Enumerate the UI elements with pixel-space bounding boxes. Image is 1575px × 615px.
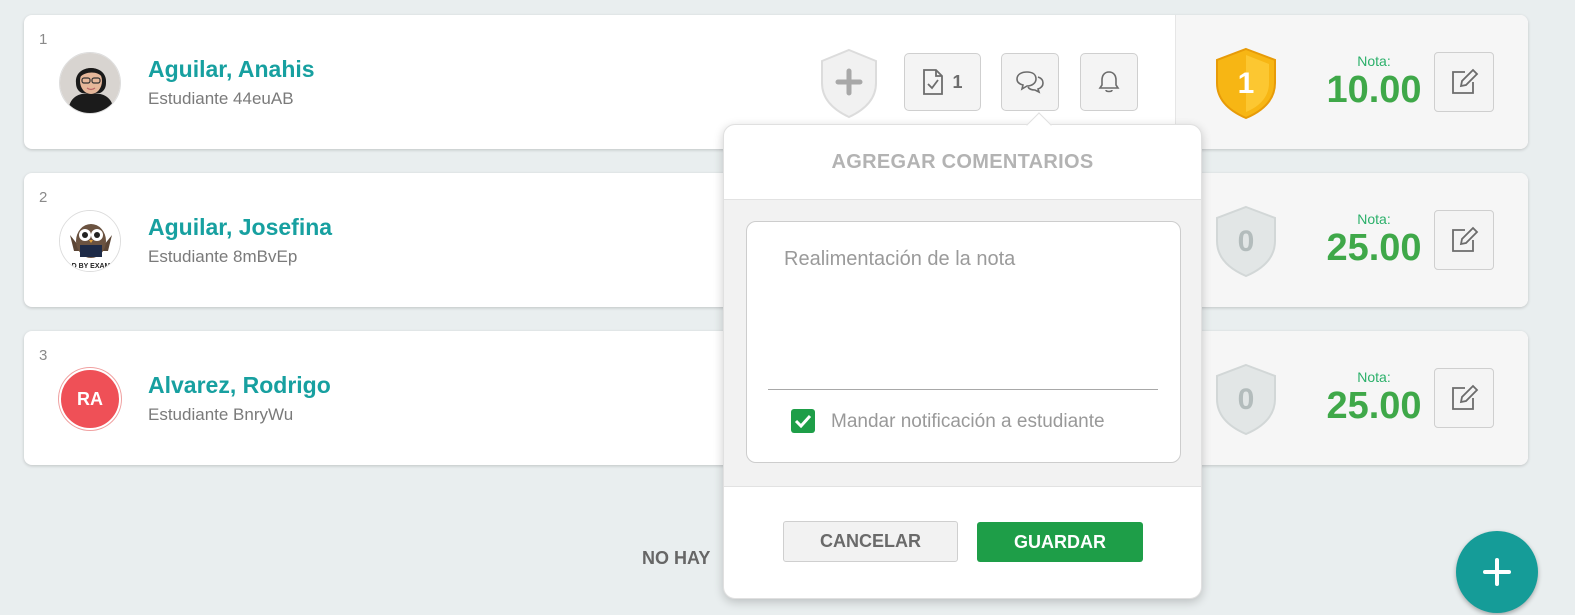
row-number: 2 xyxy=(39,189,48,206)
tasks-button[interactable]: 1 xyxy=(904,53,981,111)
document-check-icon xyxy=(923,69,944,95)
gold-shield-icon: 1 xyxy=(1216,47,1276,120)
bell-icon xyxy=(1098,71,1120,93)
student-name[interactable]: Aguilar, Anahis xyxy=(148,56,315,83)
notify-button[interactable] xyxy=(1080,53,1138,111)
cancel-button[interactable]: CANCELAR xyxy=(783,521,958,562)
chat-bubbles-icon xyxy=(1016,71,1044,94)
feedback-textarea[interactable] xyxy=(768,240,1158,390)
edit-icon xyxy=(1452,384,1479,410)
grade-panel: 1 Nota: 10.00 xyxy=(1175,15,1528,149)
badge: 1 xyxy=(1214,47,1278,120)
check-icon xyxy=(794,414,812,428)
row-number: 1 xyxy=(39,31,48,48)
grade-value: 25.00 xyxy=(1326,385,1422,427)
badge: 0 xyxy=(1214,205,1278,278)
edit-grade-button[interactable] xyxy=(1434,368,1494,428)
badge-value: 0 xyxy=(1238,383,1255,416)
badge-value: 1 xyxy=(1238,67,1255,100)
save-button[interactable]: GUARDAR xyxy=(977,522,1143,562)
student-id: Estudiante 8mBvEp xyxy=(148,247,298,266)
avatar: RA xyxy=(59,368,121,430)
grade-value: 10.00 xyxy=(1326,69,1422,111)
notify-label[interactable]: Mandar notificación a estudiante xyxy=(831,411,1105,433)
edit-icon xyxy=(1452,68,1479,94)
popover-title: AGREGAR COMENTARIOS xyxy=(831,151,1094,173)
edit-grade-button[interactable] xyxy=(1434,52,1494,112)
comment-box: Mandar notificación a estudiante xyxy=(746,221,1181,463)
tasks-count: 1 xyxy=(952,71,963,92)
popover-body: Mandar notificación a estudiante xyxy=(724,199,1201,487)
shield-plus-icon xyxy=(821,48,877,119)
edit-grade-button[interactable] xyxy=(1434,210,1494,270)
edit-icon xyxy=(1452,226,1479,252)
gray-shield-icon: 0 xyxy=(1216,363,1276,436)
grade-panel: 0 Nota: 25.00 xyxy=(1175,173,1528,307)
avatar: D BY EXAM xyxy=(59,210,121,272)
grade-label: Nota: xyxy=(1357,369,1391,385)
student-name[interactable]: Alvarez, Rodrigo xyxy=(148,372,331,399)
grade-panel: 0 Nota: 25.00 xyxy=(1175,331,1528,465)
student-id: Estudiante BnryWu xyxy=(148,405,294,424)
avatar xyxy=(59,52,121,114)
grade-value: 25.00 xyxy=(1326,227,1422,269)
add-badge-button[interactable] xyxy=(818,47,880,119)
student-name[interactable]: Aguilar, Josefina xyxy=(148,214,332,241)
comment-popover: AGREGAR COMENTARIOS Mandar notificación … xyxy=(723,124,1202,599)
empty-message: NO HAY xyxy=(642,548,711,568)
student-id: Estudiante 44euAB xyxy=(148,89,294,108)
grade-label: Nota: xyxy=(1357,211,1391,227)
notify-checkbox[interactable] xyxy=(791,409,815,433)
gray-shield-icon: 0 xyxy=(1216,205,1276,278)
row-number: 3 xyxy=(39,347,48,364)
grade-label: Nota: xyxy=(1357,53,1391,69)
plus-icon xyxy=(1483,558,1511,586)
add-fab-button[interactable] xyxy=(1456,531,1538,613)
svg-text:D BY EXAM: D BY EXAM xyxy=(72,263,111,270)
comments-button[interactable] xyxy=(1001,53,1059,111)
badge-value: 0 xyxy=(1238,225,1255,258)
badge: 0 xyxy=(1214,363,1278,436)
